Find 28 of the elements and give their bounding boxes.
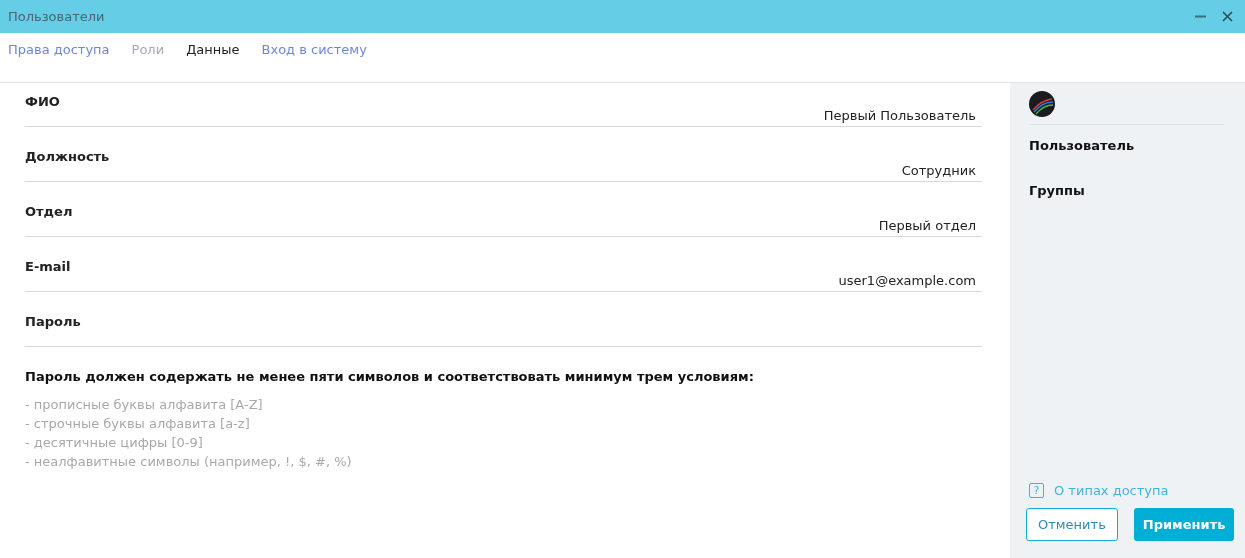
password-rule: - строчные буквы алфавита [a-z] — [25, 414, 251, 433]
password-rules-title: Пароль должен содержать не менее пяти символов и соответствовать минимум трем условиям: — [25, 368, 755, 386]
window-title: Пользователи — [8, 7, 105, 26]
form-field[interactable]: E-mail user1@example.com — [25, 248, 982, 292]
field-value: Первый Пользователь — [823, 106, 977, 125]
field-label: Пароль — [25, 313, 81, 331]
avatar-icon — [1029, 91, 1055, 117]
form-field[interactable]: Должность Сотрудник — [25, 138, 982, 182]
sidebar-item[interactable]: Пользователь — [1029, 136, 1226, 156]
password-rule: - прописные буквы алфавита [A-Z] — [25, 395, 264, 414]
tab[interactable]: Данные — [186, 40, 240, 60]
field-value: Сотрудник — [901, 161, 977, 180]
close-icon[interactable] — [1222, 11, 1233, 22]
field-value: user1@example.com — [838, 271, 977, 290]
sidebar-item[interactable]: Группы — [1029, 180, 1226, 200]
field-label: ФИО — [25, 93, 60, 111]
field-label: Отдел — [25, 203, 73, 221]
form-field[interactable]: Отдел Первый отдел — [25, 193, 982, 237]
password-rule: - десятичные цифры [0-9] — [25, 433, 204, 452]
form-field[interactable]: ФИО Первый Пользователь — [25, 83, 982, 127]
cancel-button[interactable]: Отменить — [1026, 508, 1118, 541]
field-label: Должность — [25, 148, 110, 166]
help-icon: ? — [1029, 482, 1044, 498]
form-field[interactable]: Пароль — [25, 303, 982, 347]
field-label: E-mail — [25, 258, 71, 276]
field-value: Первый отдел — [878, 216, 977, 235]
password-rule: - неалфавитные символы (например, !, $, #, %) — [25, 452, 353, 471]
tab[interactable]: Права доступа — [8, 40, 110, 60]
